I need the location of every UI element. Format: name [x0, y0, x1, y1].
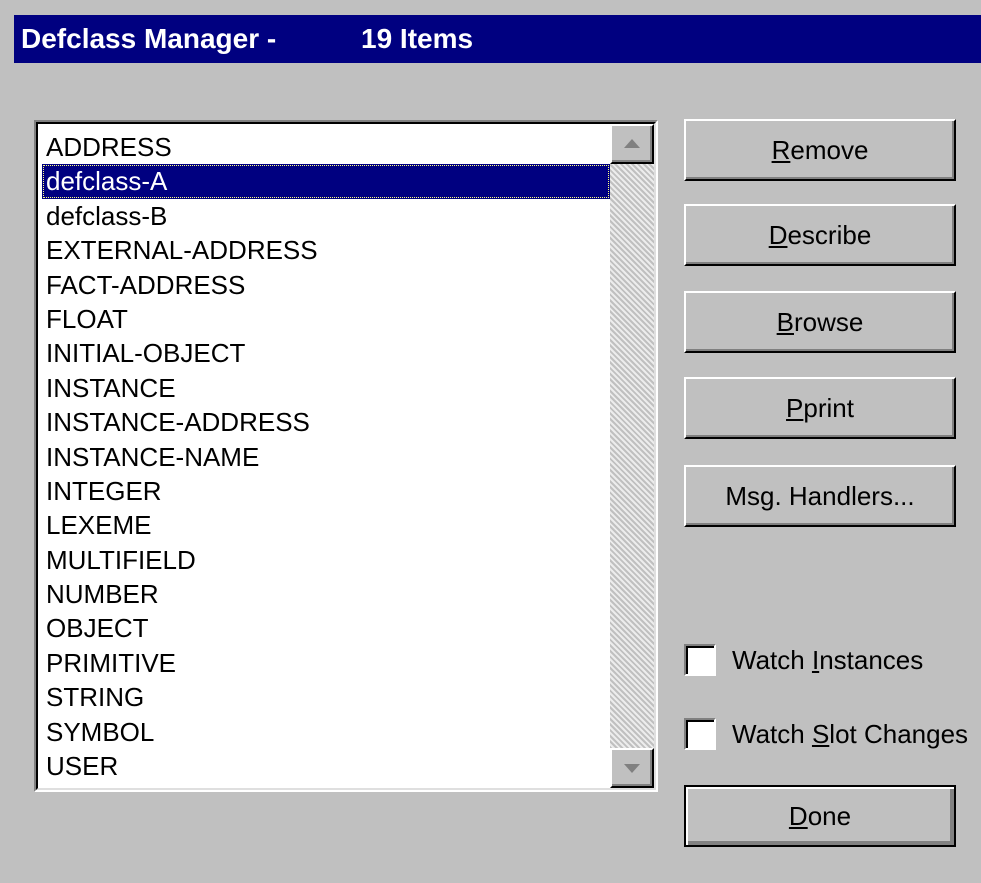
list-item[interactable]: SYMBOL — [38, 715, 610, 749]
list-item[interactable]: PRIMITIVE — [38, 646, 610, 680]
list-item[interactable]: EXTERNAL-ADDRESS — [38, 233, 610, 267]
list-item[interactable]: OBJECT — [38, 611, 610, 645]
list-item[interactable]: INITIAL-OBJECT — [38, 336, 610, 370]
list-item[interactable]: FACT-ADDRESS — [38, 268, 610, 302]
scroll-up-button[interactable] — [610, 124, 654, 164]
describe-button[interactable]: Describe — [684, 204, 956, 266]
defclass-manager-window: Defclass Manager - 19 Items ADDRESS defcl… — [0, 0, 981, 883]
watch-instances-box[interactable] — [684, 644, 716, 676]
pprint-button[interactable]: Pprint — [684, 377, 956, 439]
watch-slot-changes-box[interactable] — [684, 718, 716, 750]
watch-slot-changes-label: Watch Slot Changes — [732, 719, 969, 749]
list-item[interactable]: INSTANCE-ADDRESS — [38, 405, 610, 439]
defclass-listbox[interactable]: ADDRESS defclass-A defclass-B EXTERNAL-ADDR… — [34, 120, 658, 792]
msg-handlers-button[interactable]: Msg. Handlers... — [684, 465, 956, 527]
browse-button[interactable]: Browse — [684, 291, 956, 353]
watch-instances-label: Watch Instances — [732, 645, 924, 675]
remove-button[interactable]: Remove — [684, 119, 956, 181]
list-item[interactable]: USER — [38, 749, 610, 783]
list-item[interactable]: NUMBER — [38, 577, 610, 611]
window-title: Defclass Manager - — [21, 23, 277, 54]
list-item[interactable]: LEXEME — [38, 508, 610, 542]
done-button[interactable]: Done — [684, 785, 956, 847]
scroll-down-button[interactable] — [610, 748, 654, 788]
list-item[interactable]: defclass-A — [42, 164, 610, 199]
scroll-up-arrow-icon — [624, 139, 640, 148]
list-item[interactable]: FLOAT — [38, 302, 610, 336]
title-bar[interactable]: Defclass Manager - 19 Items — [14, 15, 981, 63]
scroll-down-arrow-icon — [624, 764, 640, 773]
defclass-list[interactable]: ADDRESS defclass-A defclass-B EXTERNAL-ADDR… — [38, 130, 610, 783]
list-item[interactable]: MULTIFIELD — [38, 543, 610, 577]
list-item[interactable]: INSTANCE — [38, 371, 610, 405]
list-item[interactable]: INTEGER — [38, 474, 610, 508]
list-item[interactable]: defclass-B — [38, 199, 610, 233]
item-count: 19 Items — [361, 23, 474, 54]
list-item[interactable]: INSTANCE-NAME — [38, 440, 610, 474]
list-scrollbar[interactable] — [610, 124, 654, 788]
list-item[interactable]: ADDRESS — [38, 130, 610, 164]
list-item[interactable]: STRING — [38, 680, 610, 714]
